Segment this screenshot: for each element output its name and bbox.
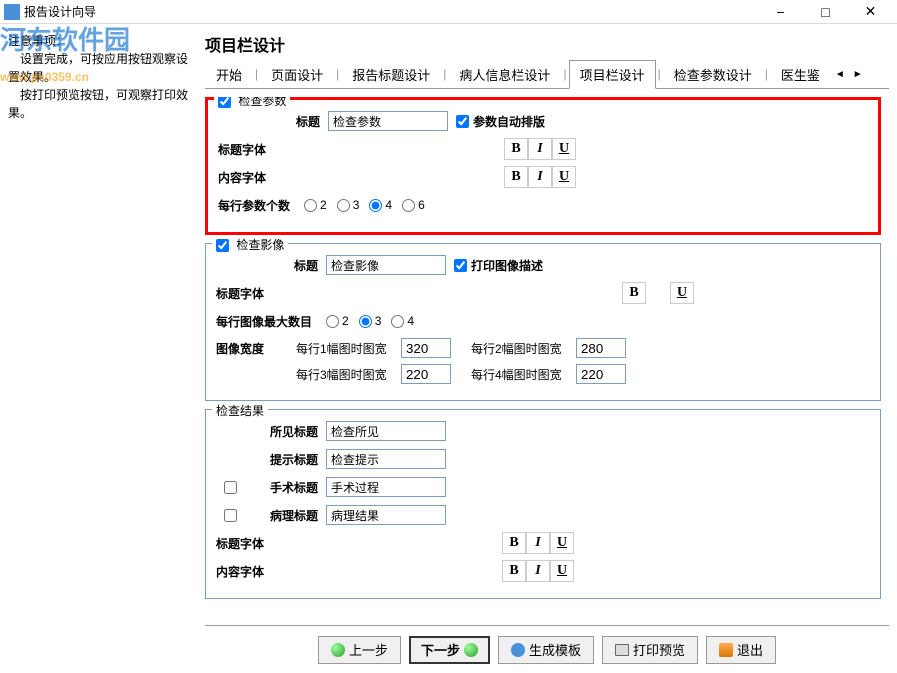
label-img-width: 图像宽度: [216, 340, 296, 357]
tab-arrow-right[interactable]: ►: [849, 67, 867, 82]
group-title-check-image: 检查影像: [212, 236, 288, 253]
label-seen: 所见标题: [216, 423, 326, 440]
group-title-check-result: 检查结果: [212, 402, 268, 419]
label-per-row: 每行参数个数: [218, 197, 294, 214]
app-icon: [4, 4, 20, 20]
italic-button-5[interactable]: I: [526, 560, 550, 582]
arrow-right-icon: [464, 643, 478, 657]
label-title: 标题: [218, 113, 328, 130]
printer-icon: [615, 644, 629, 656]
minimize-button[interactable]: −: [758, 1, 803, 23]
underline-button-5[interactable]: U: [550, 560, 574, 582]
label-max-per-row: 每行图像最大数目: [216, 313, 316, 330]
group-check-result: 检查结果 所见标题 提示标题 手术标题 病理标题: [205, 409, 881, 599]
hint-text-3: 按打印预览按钮，可观察打印效果。: [8, 86, 189, 122]
italic-button[interactable]: I: [528, 138, 552, 160]
label-hint: 提示标题: [216, 451, 326, 468]
input-params-title[interactable]: [328, 111, 448, 131]
radio-max-2[interactable]: [326, 315, 339, 328]
label-auto-layout: 参数自动排版: [473, 113, 545, 130]
radio-per-row-2[interactable]: [304, 199, 317, 212]
underline-button-4[interactable]: U: [550, 532, 574, 554]
bold-button-4[interactable]: B: [502, 532, 526, 554]
label-op: 手术标题: [236, 479, 326, 496]
titlebar: 报告设计向导 − □ ✕: [0, 0, 897, 24]
bold-button-2[interactable]: B: [504, 166, 528, 188]
exit-button[interactable]: 退出: [706, 636, 776, 664]
left-panel: 注意事项： 设置完成，可按应用按钮观察设置效果。 按打印预览按钮，可观察打印效果…: [0, 24, 197, 673]
arrow-left-icon: [331, 643, 345, 657]
input-op[interactable]: [326, 477, 446, 497]
tab-item-bar[interactable]: 项目栏设计: [569, 60, 656, 89]
generate-button[interactable]: 生成模板: [498, 636, 594, 664]
bold-button[interactable]: B: [504, 138, 528, 160]
label-w2: 每行2幅图时图宽: [471, 340, 576, 357]
label-img-title-font: 标题字体: [216, 285, 272, 302]
tab-start[interactable]: 开始: [205, 60, 253, 89]
italic-button-2[interactable]: I: [528, 166, 552, 188]
checkbox-check-image[interactable]: [216, 239, 229, 252]
print-preview-button[interactable]: 打印预览: [602, 636, 698, 664]
underline-button-2[interactable]: U: [552, 166, 576, 188]
radio-max-3[interactable]: [359, 315, 372, 328]
input-img-title[interactable]: [326, 255, 446, 275]
bold-button-5[interactable]: B: [502, 560, 526, 582]
label-w3: 每行3幅图时图宽: [296, 366, 401, 383]
input-w2[interactable]: [576, 338, 626, 358]
bold-button-3[interactable]: B: [622, 282, 646, 304]
label-title-font: 标题字体: [218, 141, 274, 158]
prev-button[interactable]: 上一步: [318, 636, 401, 664]
exit-icon: [719, 643, 733, 657]
hint-text-1: 注意事项：: [8, 32, 189, 50]
italic-button-4[interactable]: I: [526, 532, 550, 554]
tab-doctor[interactable]: 医生鉴: [770, 60, 831, 89]
underline-button-3[interactable]: U: [670, 282, 694, 304]
checkbox-print-desc[interactable]: [454, 259, 467, 272]
label-res-title-font: 标题字体: [216, 535, 272, 552]
radio-max-4[interactable]: [391, 315, 404, 328]
input-path[interactable]: [326, 505, 446, 525]
checkbox-auto-layout[interactable]: [456, 115, 469, 128]
input-w3[interactable]: [401, 364, 451, 384]
label-content-font: 内容字体: [218, 169, 274, 186]
label-img-title: 标题: [216, 257, 326, 274]
radio-per-row-6[interactable]: [402, 199, 415, 212]
tab-patient-info[interactable]: 病人信息栏设计: [448, 60, 561, 89]
input-hint[interactable]: [326, 449, 446, 469]
tab-bar: 开始| 页面设计| 报告标题设计| 病人信息栏设计| 项目栏设计| 检查参数设计…: [205, 60, 889, 89]
group-check-params: 检查参数 标题 参数自动排版 标题字体 B I U: [205, 97, 881, 235]
close-button[interactable]: ✕: [848, 1, 893, 23]
input-seen[interactable]: [326, 421, 446, 441]
tab-report-title[interactable]: 报告标题设计: [341, 60, 441, 89]
tab-check-params[interactable]: 检查参数设计: [663, 60, 763, 89]
group-check-image: 检查影像 标题 打印图像描述 标题字体 B U 每: [205, 243, 881, 401]
template-icon: [511, 643, 525, 657]
label-print-desc: 打印图像描述: [471, 257, 543, 274]
input-w1[interactable]: [401, 338, 451, 358]
group-title-check-params: 检查参数: [214, 97, 290, 109]
content-area: 检查参数 标题 参数自动排版 标题字体 B I U: [205, 97, 889, 625]
input-w4[interactable]: [576, 364, 626, 384]
radio-per-row-4[interactable]: [369, 199, 382, 212]
tab-page-design[interactable]: 页面设计: [260, 60, 334, 89]
label-res-content-font: 内容字体: [216, 563, 272, 580]
bottom-bar: 上一步 下一步 生成模板 打印预览 退出: [205, 625, 889, 673]
tab-arrow-left[interactable]: ◄: [831, 67, 849, 82]
hint-text-2: 设置完成，可按应用按钮观察设置效果。: [8, 50, 189, 86]
underline-button[interactable]: U: [552, 138, 576, 160]
label-w1: 每行1幅图时图宽: [296, 340, 401, 357]
section-title: 项目栏设计: [205, 32, 889, 56]
window-title: 报告设计向导: [24, 3, 758, 20]
maximize-button[interactable]: □: [803, 1, 848, 23]
next-button[interactable]: 下一步: [409, 636, 490, 664]
label-path: 病理标题: [236, 507, 326, 524]
radio-per-row-3[interactable]: [337, 199, 350, 212]
checkbox-check-params[interactable]: [218, 97, 231, 108]
label-w4: 每行4幅图时图宽: [471, 366, 576, 383]
